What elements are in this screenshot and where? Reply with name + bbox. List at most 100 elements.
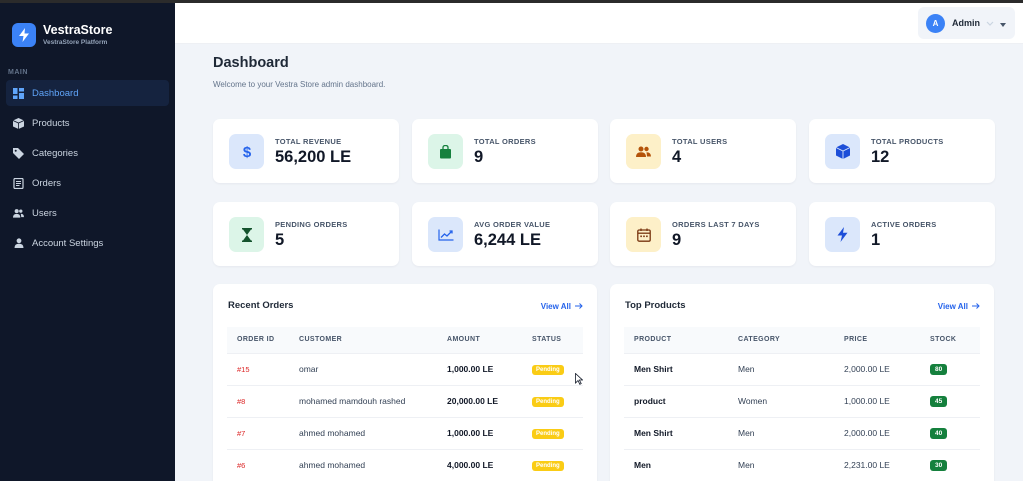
status-badge: Pending: [532, 461, 564, 472]
column-header: CATEGORY: [738, 336, 781, 344]
product-name[interactable]: product: [624, 384, 728, 417]
svg-text:$: $: [242, 144, 251, 160]
stat-card-avg-order-value[interactable]: AVG ORDER VALUE 6,244 LE: [412, 202, 598, 266]
order-amount: 1,000.00 LE: [437, 416, 522, 449]
stat-card-orders-last-7-days[interactable]: ORDERS LAST 7 DAYS 9: [610, 202, 796, 266]
recent-orders-table: ORDER ID CUSTOMER AMOUNT STATUS #15 omar…: [227, 327, 583, 481]
column-header: AMOUNT: [447, 336, 481, 344]
stat-card-total-orders[interactable]: TOTAL ORDERS 9: [412, 119, 598, 183]
window-top-strip: [0, 0, 1023, 3]
sidebar-item-label: Users: [32, 207, 57, 219]
status-badge: Pending: [532, 365, 564, 375]
product-stock-cell: 40: [920, 416, 980, 449]
stat-value: 56,200 LE: [275, 148, 352, 166]
table-row[interactable]: #15 omar 1,000.00 LE Pending: [227, 352, 583, 385]
sidebar-item-orders[interactable]: Orders: [6, 170, 169, 196]
order-status-cell: Pending: [522, 384, 583, 417]
stat-label: TOTAL ORDERS: [474, 137, 536, 146]
stat-value: 5: [275, 231, 285, 249]
trend-icon: [428, 217, 463, 252]
view-all-label: View All: [540, 302, 571, 311]
sidebar-item-categories[interactable]: Categories: [6, 140, 169, 166]
customer-name: mohamed mamdouh rashed: [289, 384, 437, 417]
stat-label: AVG ORDER VALUE: [474, 220, 551, 229]
order-id[interactable]: #6: [227, 448, 289, 481]
column-header: PRODUCT: [634, 336, 672, 344]
view-all-orders-link[interactable]: View All: [541, 302, 583, 311]
sidebar-item-products[interactable]: Products: [6, 110, 169, 136]
brand-name: VestraStore: [43, 23, 113, 37]
table-row[interactable]: #7 ahmed mohamed 1,000.00 LE Pending: [227, 416, 583, 449]
dashboard-icon: [13, 87, 24, 99]
stat-value: 1: [871, 231, 881, 249]
calendar-icon: [626, 217, 661, 252]
table-row[interactable]: Men Shirt Men 2,000.00 LE 40: [624, 416, 980, 449]
stat-card-pending-orders[interactable]: PENDING ORDERS 5: [213, 202, 399, 266]
stat-value: 12: [871, 148, 890, 166]
stat-card-total-products[interactable]: TOTAL PRODUCTS 12: [809, 119, 995, 183]
customer-name: ahmed mohamed: [289, 416, 437, 449]
hourglass-icon: [229, 217, 264, 252]
table-row[interactable]: #8 mohamed mamdouh rashed 20,000.00 LE P…: [227, 384, 583, 417]
panel-title: Top Products: [625, 300, 686, 311]
stat-value: 9: [672, 231, 682, 249]
top-products-panel: Top Products View All PRODUCT CATEGORY P…: [610, 284, 994, 481]
order-status-cell: Pending: [522, 352, 583, 385]
arrow-right-icon: [972, 302, 980, 311]
product-name[interactable]: Men: [624, 448, 728, 481]
table-header-row: PRODUCT CATEGORY PRICE STOCK: [624, 327, 980, 353]
order-id[interactable]: #15: [227, 352, 289, 385]
brand[interactable]: VestraStore VestraStore Platform: [0, 3, 175, 53]
user-name: Admin: [952, 18, 980, 28]
stat-label: TOTAL REVENUE: [275, 137, 342, 146]
table-row[interactable]: #6 ahmed mohamed 4,000.00 LE Pending: [227, 448, 583, 481]
stat-label: ACTIVE ORDERS: [871, 220, 937, 229]
column-header: PRICE: [844, 336, 868, 344]
sidebar-item-label: Products: [32, 117, 70, 129]
order-id[interactable]: #8: [227, 384, 289, 417]
view-all-label: View All: [937, 302, 968, 311]
avatar: A: [926, 13, 945, 33]
stock-badge: 40: [930, 428, 948, 439]
column-header: STATUS: [532, 336, 562, 344]
column-header: STOCK: [930, 336, 957, 344]
sidebar-nav: Dashboard Products Categories Orders Use…: [0, 80, 175, 256]
brand-subtitle: VestraStore Platform: [43, 39, 108, 46]
stat-card-active-orders[interactable]: ACTIVE ORDERS 1: [809, 202, 995, 266]
view-all-products-link[interactable]: View All: [938, 302, 980, 311]
stock-badge: 45: [930, 396, 948, 407]
table-row[interactable]: Men Shirt Men 2,000.00 LE 80: [624, 352, 980, 385]
sidebar: VestraStore VestraStore Platform MAIN Da…: [0, 3, 175, 481]
sidebar-item-users[interactable]: Users: [6, 200, 169, 226]
product-name[interactable]: Men Shirt: [624, 416, 728, 449]
stat-card-total-revenue[interactable]: $ TOTAL REVENUE 56,200 LE: [213, 119, 399, 183]
mouse-pointer-icon: [575, 372, 584, 390]
sidebar-item-account-settings[interactable]: Account Settings: [6, 230, 169, 256]
order-id[interactable]: #7: [227, 416, 289, 449]
order-amount: 1,000.00 LE: [437, 352, 522, 385]
order-amount: 20,000.00 LE: [437, 384, 522, 417]
stock-badge: 80: [930, 364, 948, 375]
table-row[interactable]: Men Men 2,231.00 LE 30: [624, 448, 980, 481]
product-category: Men: [728, 352, 834, 385]
cube-icon: [825, 134, 860, 169]
stat-label: ORDERS LAST 7 DAYS: [672, 220, 760, 229]
table-row[interactable]: product Women 1,000.00 LE 45: [624, 384, 980, 417]
status-badge: Pending: [532, 429, 564, 439]
user-menu-button[interactable]: A Admin: [918, 7, 1015, 39]
product-stock-cell: 45: [920, 384, 980, 417]
product-category: Men: [728, 448, 834, 481]
sidebar-item-dashboard[interactable]: Dashboard: [6, 80, 169, 106]
shopping-bag-icon: [428, 134, 463, 169]
recent-orders-panel: Recent Orders View All ORDER ID CUSTOMER…: [213, 284, 597, 481]
column-header: ORDER ID: [237, 336, 275, 344]
users-icon: [626, 134, 661, 169]
sidebar-item-label: Categories: [32, 147, 78, 159]
chevron-down-icon: [986, 14, 994, 32]
customer-name: ahmed mohamed: [289, 448, 437, 481]
main-content: Dashboard Welcome to your Vestra Store a…: [175, 44, 1023, 481]
product-category: Men: [728, 416, 834, 449]
customer-name: omar: [289, 352, 437, 385]
stat-card-total-users[interactable]: TOTAL USERS 4: [610, 119, 796, 183]
product-name[interactable]: Men Shirt: [624, 352, 728, 385]
